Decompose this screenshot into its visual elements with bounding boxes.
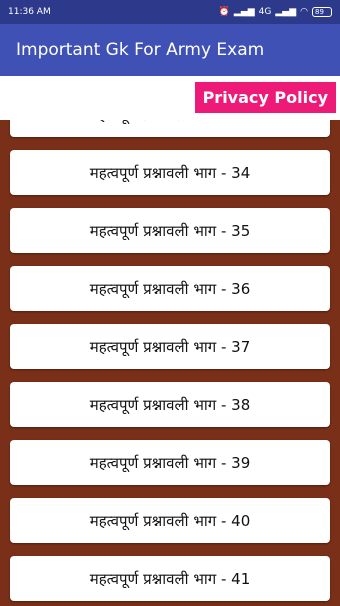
- chapter-list[interactable]: महत्वपूर्ण प्रश्नावली भाग - 33 महत्वपूर्ण…: [0, 120, 340, 606]
- app-title: Important Gk For Army Exam: [16, 40, 265, 60]
- list-item-label: महत्वपूर्ण प्रश्नावली भाग - 37: [89, 337, 251, 356]
- list-item[interactable]: महत्वपूर्ण प्रश्नावली भाग - 35: [10, 208, 330, 253]
- list-item-label: महत्वपूर्ण प्रश्नावली भाग - 40: [89, 511, 251, 530]
- list-item[interactable]: महत्वपूर्ण प्रश्नावली भाग - 41: [10, 556, 330, 601]
- list-item[interactable]: महत्वपूर्ण प्रश्नावली भाग - 34: [10, 150, 330, 195]
- status-bar: 11:36 AM ⏰ ▂▄▆ 4G ▂▄▆ ◠ 89: [0, 0, 340, 24]
- status-time: 11:36 AM: [8, 7, 51, 17]
- list-item-label: महत्वपूर्ण प्रश्नावली भाग - 36: [89, 279, 251, 298]
- list-item-label: महत्वपूर्ण प्रश्नावली भाग - 34: [89, 163, 251, 182]
- list-item-label: महत्वपूर्ण प्रश्नावली भाग - 39: [89, 453, 251, 472]
- list-item[interactable]: महत्वपूर्ण प्रश्नावली भाग - 39: [10, 440, 330, 485]
- app-bar: Important Gk For Army Exam: [0, 24, 340, 76]
- action-strip: Privacy Policy: [0, 76, 340, 120]
- signal-icon: ▂▄▆: [233, 7, 255, 17]
- list-item-label: महत्वपूर्ण प्रश्नावली भाग - 35: [89, 221, 251, 240]
- list-item[interactable]: महत्वपूर्ण प्रश्नावली भाग - 37: [10, 324, 330, 369]
- network-type: 4G: [258, 7, 272, 17]
- status-icons: ⏰ ▂▄▆ 4G ▂▄▆ ◠ 89: [219, 7, 332, 17]
- list-item-label: महत्वपूर्ण प्रश्नावली भाग - 38: [89, 395, 251, 414]
- list-item[interactable]: महत्वपूर्ण प्रश्नावली भाग - 36: [10, 266, 330, 311]
- wifi-icon: ◠: [300, 7, 308, 17]
- list-item-label: महत्वपूर्ण प्रश्नावली भाग - 41: [89, 569, 251, 588]
- battery-icon: 89: [312, 7, 332, 17]
- list-item[interactable]: महत्वपूर्ण प्रश्नावली भाग - 33: [10, 120, 330, 137]
- alarm-icon: ⏰: [218, 7, 230, 17]
- privacy-policy-button[interactable]: Privacy Policy: [194, 82, 336, 113]
- list-item[interactable]: महत्वपूर्ण प्रश्नावली भाग - 40: [10, 498, 330, 543]
- signal-icon-2: ▂▄▆: [275, 7, 297, 17]
- list-item[interactable]: महत्वपूर्ण प्रश्नावली भाग - 38: [10, 382, 330, 427]
- list-item-label: महत्वपूर्ण प्रश्नावली भाग - 33: [90, 120, 250, 125]
